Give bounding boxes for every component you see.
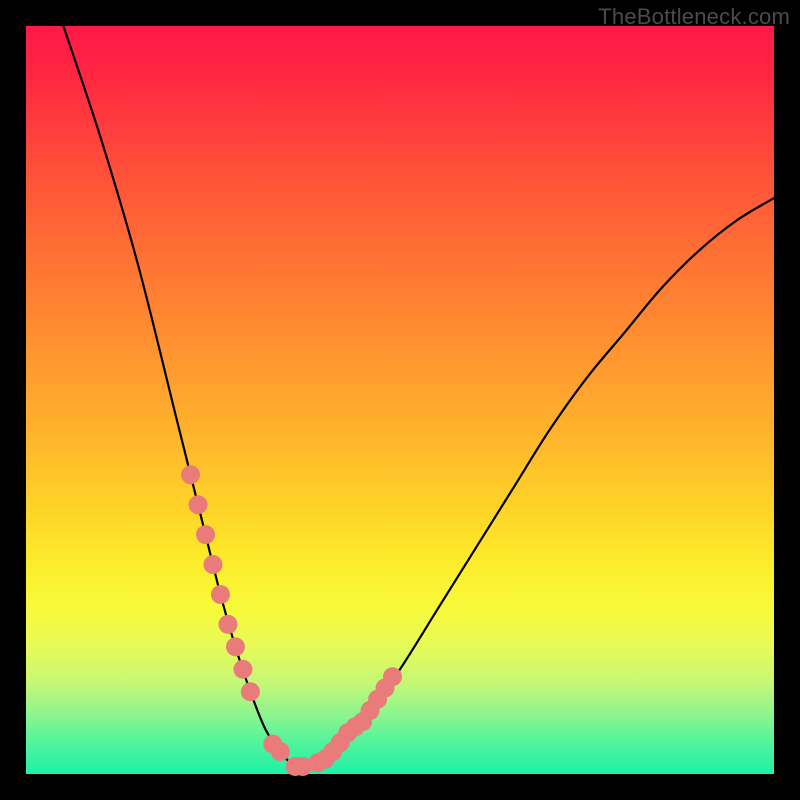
marker-dot [383, 667, 402, 686]
bottleneck-curve [63, 26, 774, 768]
marker-dot [226, 637, 245, 656]
marker-dot [271, 742, 290, 761]
marker-dot [218, 615, 237, 634]
chart-svg [26, 26, 774, 774]
marker-dot [181, 465, 200, 484]
marker-dot [211, 585, 230, 604]
chart-frame: TheBottleneck.com [0, 0, 800, 800]
marker-dot [189, 495, 208, 514]
marker-dot [196, 525, 215, 544]
marker-dot [233, 660, 252, 679]
plot-area [26, 26, 774, 774]
marker-group [181, 465, 402, 776]
watermark-text: TheBottleneck.com [598, 4, 790, 30]
marker-dot [204, 555, 223, 574]
marker-dot [241, 682, 260, 701]
